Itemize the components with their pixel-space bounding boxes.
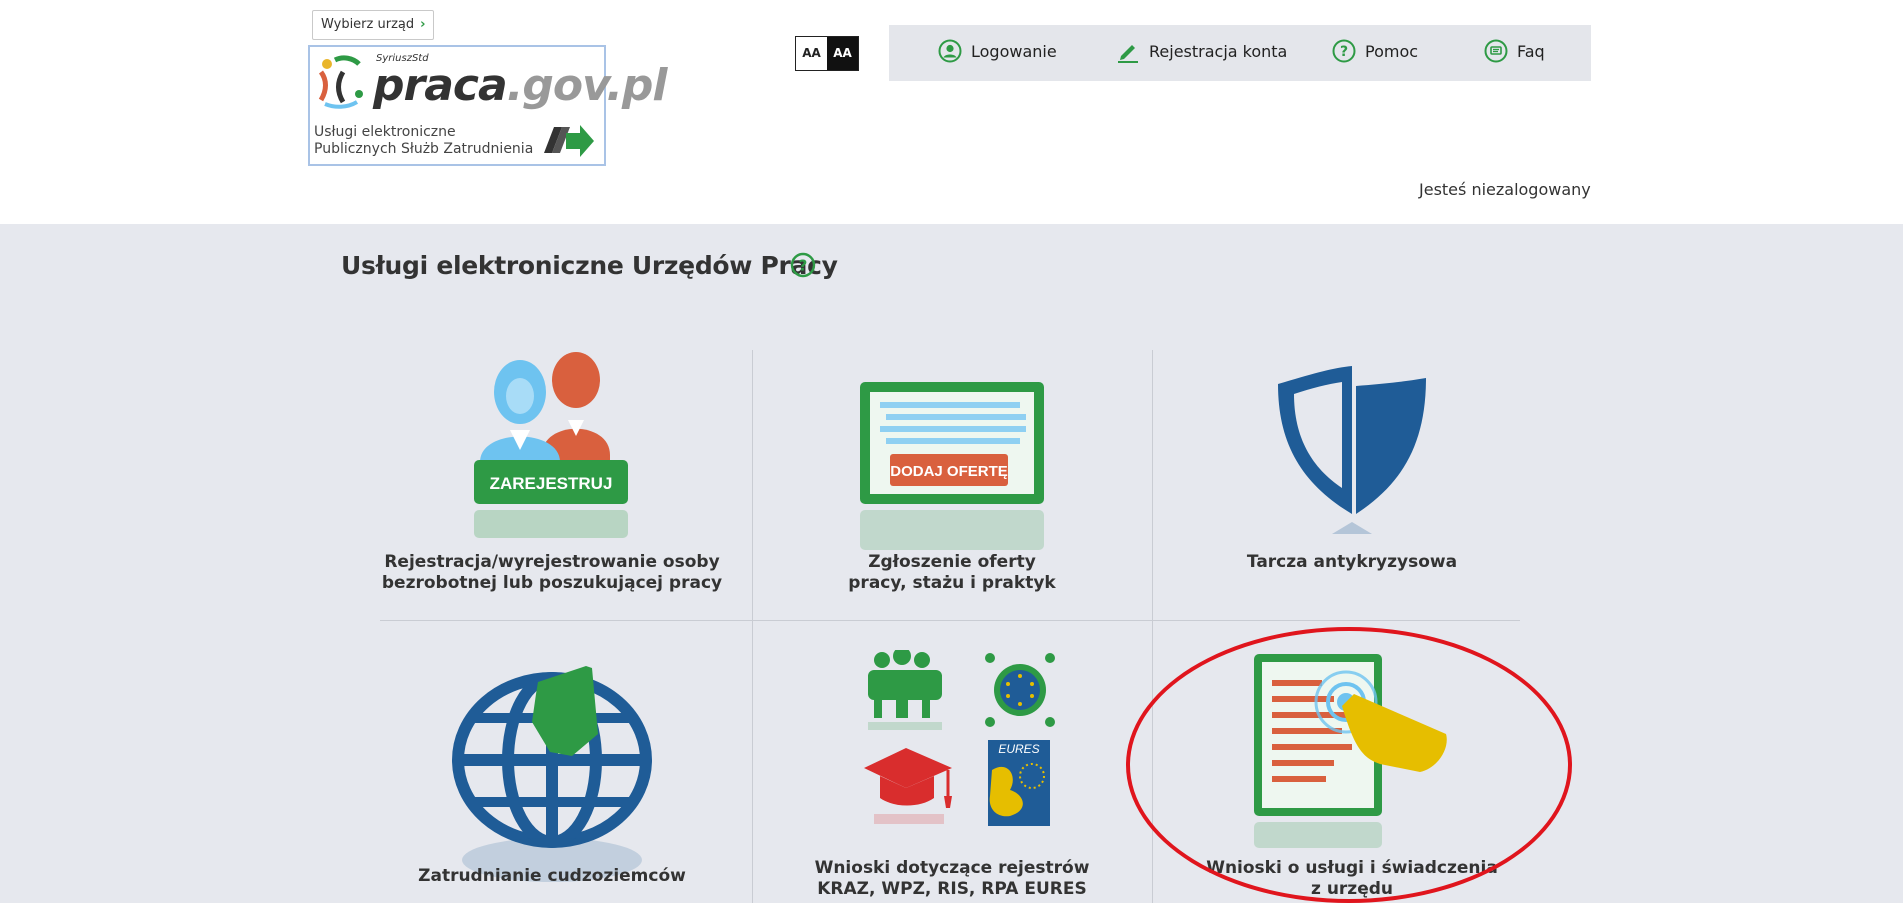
logo-subtitle: Usługi elektroniczne Publicznych Służb Z… bbox=[314, 124, 534, 157]
tile-registers-label: Wnioski dotyczące rejestrów KRAZ, WPZ, R… bbox=[814, 858, 1090, 899]
grid-divider bbox=[380, 620, 1520, 621]
logo-emblem-icon bbox=[318, 55, 363, 109]
grid-divider bbox=[752, 350, 753, 903]
logo-arrows-icon bbox=[544, 125, 594, 157]
globe-icon bbox=[452, 666, 652, 882]
nav-faq[interactable]: Faq bbox=[1484, 39, 1545, 63]
nav-register[interactable]: Rejestracja konta bbox=[1116, 39, 1287, 63]
page-title: Usługi elektroniczne Urzędów Pracy bbox=[341, 251, 838, 280]
tile-job-offer-label: Zgłoszenie oferty pracy, stażu i praktyk bbox=[848, 552, 1056, 593]
site-logo[interactable]: SyriuszStd praca.gov.pl Usługi elektroni… bbox=[308, 45, 667, 166]
tile-anti-crisis-label: Tarcza antykryzysowa bbox=[1246, 552, 1458, 572]
tile-registration-label: Rejestracja/wyrejestrowanie osoby bezrob… bbox=[381, 552, 723, 593]
tile-job-offer[interactable]: DODAJ OFERTĘ Zgłoszenie oferty pracy, st… bbox=[754, 350, 1150, 620]
people-register-icon: ZAREJESTRUJ bbox=[474, 352, 628, 538]
login-status: Jesteś niezalogowany bbox=[1419, 180, 1591, 199]
choose-office-label: Wybierz urząd bbox=[321, 17, 415, 32]
svg-text:?: ? bbox=[1340, 44, 1348, 60]
logo-wordmark: praca.gov.pl bbox=[373, 60, 667, 111]
nav-register-label: Rejestracja konta bbox=[1149, 41, 1288, 61]
eures-logo-icon: EURES bbox=[988, 740, 1050, 826]
tile-registration[interactable]: ZAREJESTRUJ Rejestracja/wyrejestrowanie … bbox=[354, 350, 750, 620]
tile-registers[interactable]: EURES Wnioski dotyczące rejestrów KRAZ, … bbox=[754, 622, 1150, 903]
graduation-cap-icon bbox=[864, 748, 952, 824]
tile-foreigners-label: Zatrudnianie cudzoziemców bbox=[418, 866, 686, 886]
nav-login-label: Logowanie bbox=[971, 41, 1057, 61]
register-button-label: ZAREJESTRUJ bbox=[490, 474, 613, 493]
svg-text:EURES: EURES bbox=[998, 742, 1039, 756]
help-icon: ? bbox=[1332, 39, 1356, 63]
group-people-icon bbox=[868, 650, 942, 730]
top-navigation: Logowanie Rejestracja konta ? Pomoc Faq bbox=[889, 25, 1591, 81]
shield-icon bbox=[1278, 366, 1426, 534]
contrast-high-button[interactable]: AA bbox=[827, 37, 858, 70]
contrast-normal-button[interactable]: AA bbox=[796, 37, 827, 70]
nav-help[interactable]: ? Pomoc bbox=[1332, 39, 1418, 63]
job-offer-board-icon: DODAJ OFERTĘ bbox=[860, 382, 1044, 550]
choose-office-button[interactable]: Wybierz urząd › bbox=[312, 10, 435, 40]
nav-faq-label: Faq bbox=[1517, 41, 1545, 61]
add-offer-button-label: DODAJ OFERTĘ bbox=[890, 463, 1008, 480]
tile-foreigners[interactable]: Zatrudnianie cudzoziemców bbox=[354, 622, 750, 903]
registers-icons: EURES bbox=[864, 650, 1055, 826]
nav-help-label: Pomoc bbox=[1365, 41, 1419, 61]
tile-anti-crisis-shield[interactable]: Tarcza antykryzysowa bbox=[1154, 350, 1550, 620]
eu-people-icon bbox=[985, 653, 1055, 727]
header: Wybierz urząd › SyriuszStd praca.gov.pl U… bbox=[0, 0, 1903, 224]
chevron-right-icon: › bbox=[420, 17, 426, 32]
chat-icon bbox=[1484, 39, 1508, 63]
nav-login[interactable]: Logowanie bbox=[938, 39, 1057, 63]
pencil-icon bbox=[1118, 45, 1138, 63]
svg-text:?: ? bbox=[799, 257, 808, 275]
user-icon bbox=[938, 39, 962, 63]
red-highlight-ellipse bbox=[1126, 627, 1572, 903]
contrast-switch[interactable]: AA AA bbox=[795, 36, 859, 71]
title-help-icon[interactable]: ? bbox=[790, 252, 816, 278]
